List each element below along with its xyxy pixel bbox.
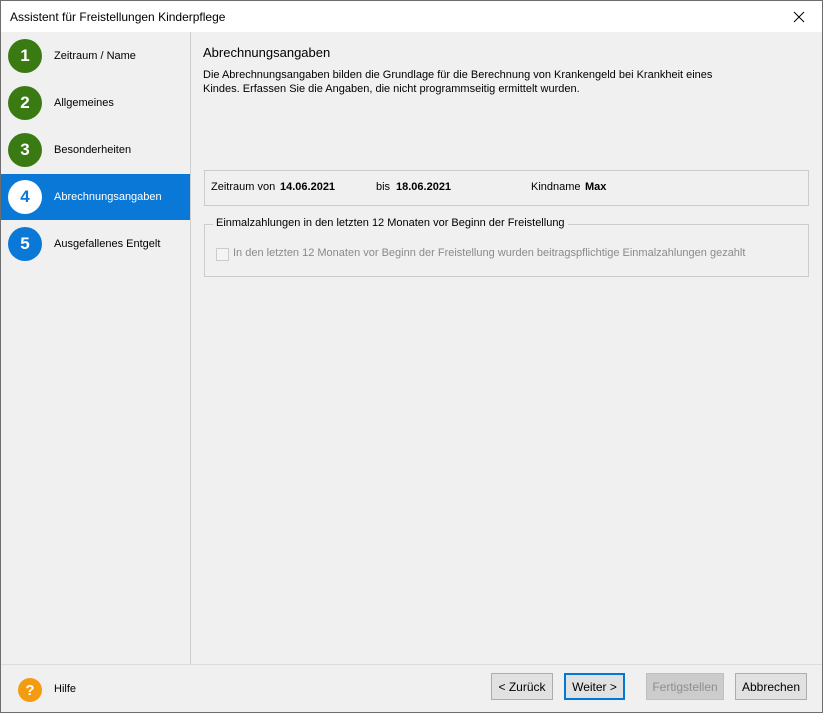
child-name-value: Max bbox=[585, 181, 607, 193]
cancel-button[interactable]: Abbrechen bbox=[735, 673, 807, 700]
checkbox-label: In den letzten 12 Monaten vor Beginn der… bbox=[233, 247, 746, 259]
to-label: bis bbox=[376, 181, 391, 193]
period-label: Zeitraum von bbox=[211, 181, 276, 193]
step-number-badge: 4 bbox=[8, 180, 42, 214]
page-description: Die Abrechnungsangaben bilden die Grundl… bbox=[203, 68, 803, 96]
step-abrechnungsangaben[interactable]: 4 Abrechnungsangaben bbox=[1, 174, 190, 220]
back-button[interactable]: < Zurück bbox=[491, 673, 553, 700]
step-label: Zeitraum / Name bbox=[54, 50, 136, 62]
step-number-badge: 3 bbox=[8, 133, 42, 167]
help-icon[interactable]: ? bbox=[18, 678, 42, 702]
period-to-value: 18.06.2021 bbox=[396, 181, 452, 193]
step-number-badge: 5 bbox=[8, 227, 42, 261]
summary-info-box: Zeitraum von 14.06.2021 bis 18.06.2021 K… bbox=[204, 170, 809, 206]
one-time-payments-checkbox[interactable] bbox=[216, 248, 229, 261]
window-title: Assistent für Freistellungen Kinderpfleg… bbox=[10, 10, 226, 24]
step-number-badge: 2 bbox=[8, 86, 42, 120]
step-label: Abrechnungsangaben bbox=[54, 191, 162, 203]
finish-button[interactable]: Fertigstellen bbox=[646, 673, 724, 700]
wizard-steps-sidebar: 1 Zeitraum / Name 2 Allgemeines 3 Besond… bbox=[1, 32, 191, 664]
step-zeitraum-name[interactable]: 1 Zeitraum / Name bbox=[1, 33, 190, 79]
main-content: Abrechnungsangaben Die Abrechnungsangabe… bbox=[192, 32, 822, 664]
page-title: Abrechnungsangaben bbox=[203, 45, 331, 60]
step-allgemeines[interactable]: 2 Allgemeines bbox=[1, 80, 190, 126]
group-legend: Einmalzahlungen in den letzten 12 Monate… bbox=[213, 217, 568, 229]
next-button[interactable]: Weiter > bbox=[564, 673, 625, 700]
step-label: Ausgefallenes Entgelt bbox=[54, 238, 161, 250]
close-button[interactable] bbox=[776, 1, 822, 32]
step-label: Besonderheiten bbox=[54, 144, 132, 156]
footer-bar: ? Hilfe < Zurück Weiter > Fertigstellen … bbox=[1, 664, 822, 712]
one-time-payments-group: Einmalzahlungen in den letzten 12 Monate… bbox=[204, 217, 809, 277]
child-name-label: Kindname bbox=[531, 181, 581, 193]
step-label: Allgemeines bbox=[54, 97, 114, 109]
step-number-badge: 1 bbox=[8, 39, 42, 73]
title-bar: Assistent für Freistellungen Kinderpfleg… bbox=[1, 1, 822, 32]
description-line: Die Abrechnungsangaben bilden die Grundl… bbox=[203, 69, 713, 81]
close-icon bbox=[793, 11, 805, 22]
description-line: Kindes. Erfassen Sie die Angaben, die ni… bbox=[203, 83, 580, 95]
wizard-window: Assistent für Freistellungen Kinderpfleg… bbox=[0, 0, 823, 713]
step-besonderheiten[interactable]: 3 Besonderheiten bbox=[1, 127, 190, 173]
step-ausgefallenes-entgelt[interactable]: 5 Ausgefallenes Entgelt bbox=[1, 221, 190, 267]
help-link[interactable]: Hilfe bbox=[54, 683, 76, 695]
period-from-value: 14.06.2021 bbox=[280, 181, 336, 193]
